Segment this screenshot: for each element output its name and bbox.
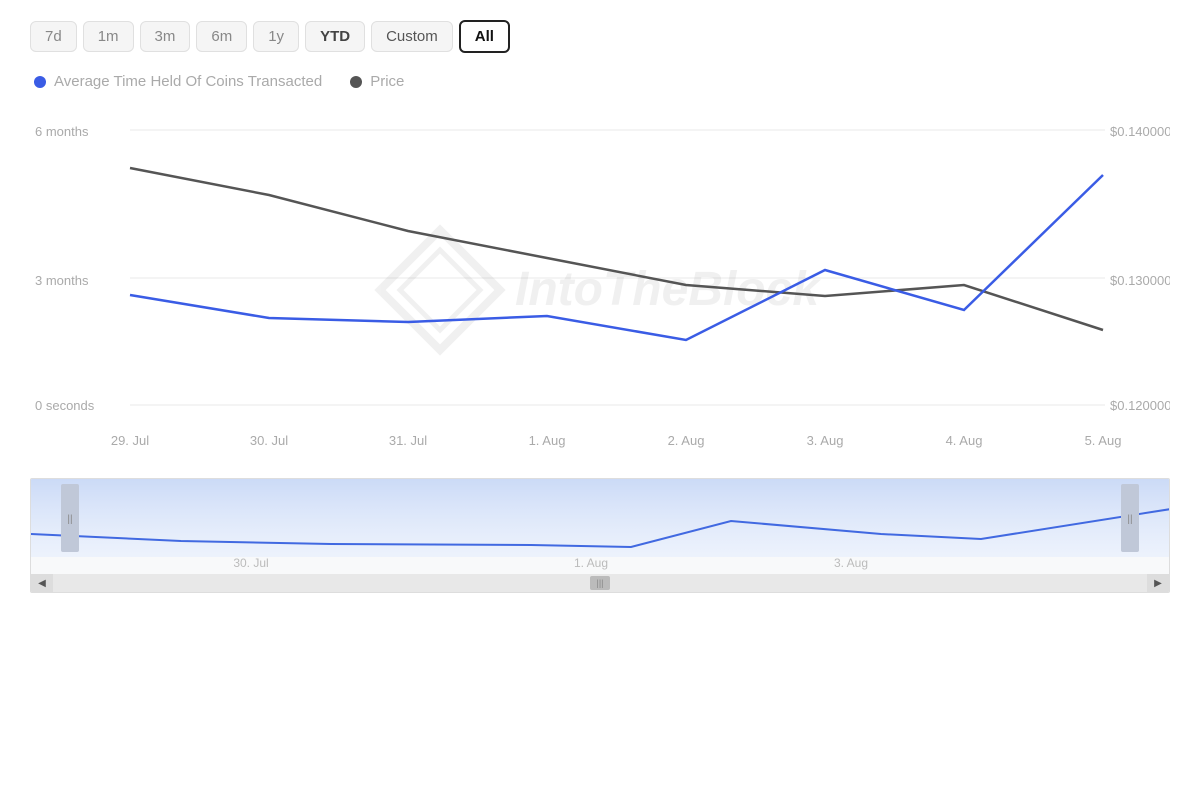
nav-selection [31,479,1170,557]
scrollbar[interactable]: ◀ ||| ▶ [31,574,1169,592]
time-range-bar: 7d 1m 3m 6m 1y YTD Custom All [30,20,1170,53]
chart-legend: Average Time Held Of Coins Transacted Pr… [30,73,1170,90]
x-label-2: 30. Jul [250,433,288,448]
legend-dot-avg [34,76,46,88]
btn-1y[interactable]: 1y [253,21,299,52]
nav-label-3: 3. Aug [834,556,868,570]
x-label-1: 29. Jul [111,433,149,448]
legend-avg-time: Average Time Held Of Coins Transacted [34,73,322,90]
btn-6m[interactable]: 6m [196,21,247,52]
y-label-r1: $0.140000 [1110,124,1170,139]
legend-label-price: Price [370,73,404,90]
x-label-6: 3. Aug [807,433,844,448]
legend-dot-price [350,76,362,88]
legend-price: Price [350,73,404,90]
x-label-3: 31. Jul [389,433,427,448]
btn-custom[interactable]: Custom [371,21,453,52]
scroll-arrow-right[interactable]: ▶ [1147,574,1169,592]
x-label-7: 4. Aug [946,433,983,448]
y-label-r2: $0.130000 [1110,273,1170,288]
btn-all[interactable]: All [459,20,510,53]
y-label-0sec: 0 seconds [35,398,95,413]
nav-label-1: 30. Jul [233,556,268,570]
y-label-r3: $0.120000 [1110,398,1170,413]
chart-svg: 6 months 3 months 0 seconds $0.140000 $0… [30,100,1170,470]
main-chart: 6 months 3 months 0 seconds $0.140000 $0… [30,100,1170,470]
scroll-arrow-left[interactable]: ◀ [31,574,53,592]
nav-handle-left-icon: || [67,514,72,525]
x-label-4: 1. Aug [529,433,566,448]
btn-3m[interactable]: 3m [140,21,191,52]
scroll-handle[interactable]: ||| [590,576,610,590]
svg-text:IntoTheBlock: IntoTheBlock [515,263,821,316]
btn-ytd[interactable]: YTD [305,21,365,52]
nav-handle-right-icon: || [1127,514,1132,525]
y-label-3mo: 3 months [35,273,89,288]
btn-7d[interactable]: 7d [30,21,77,52]
btn-1m[interactable]: 1m [83,21,134,52]
nav-label-2: 1. Aug [574,556,608,570]
navigator-svg: || || 30. Jul 1. Aug 3. Aug [31,479,1170,574]
y-label-6mo: 6 months [35,124,89,139]
main-container: 7d 1m 3m 6m 1y YTD Custom All Average Ti… [0,0,1200,593]
navigator: || || 30. Jul 1. Aug 3. Aug ◀ ||| ▶ [30,478,1170,593]
x-label-5: 2. Aug [668,433,705,448]
legend-label-avg: Average Time Held Of Coins Transacted [54,73,322,90]
x-label-8: 5. Aug [1085,433,1122,448]
